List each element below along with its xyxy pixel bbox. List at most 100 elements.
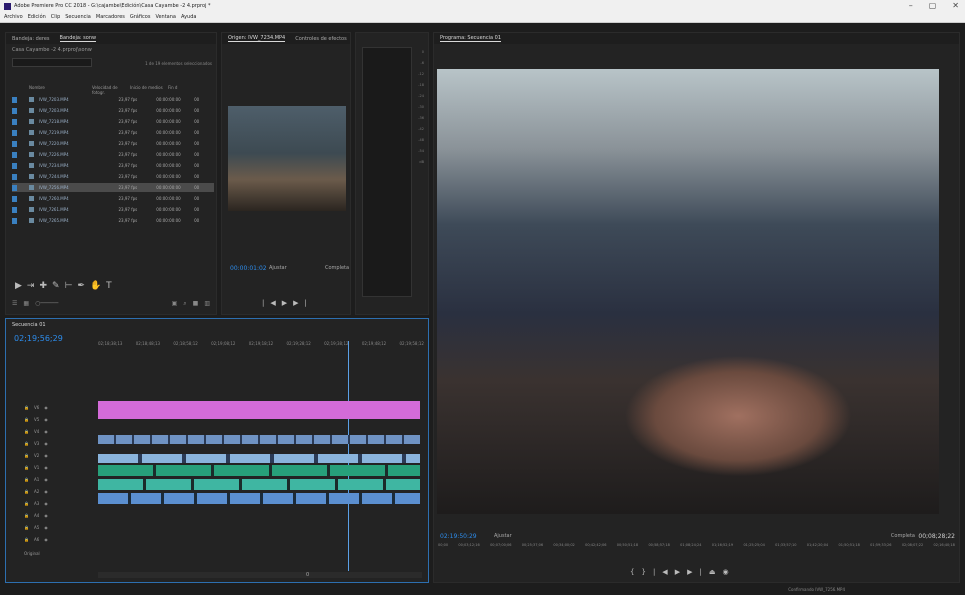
track-header[interactable]: 🔒 V5 ◉: [24, 417, 48, 422]
project-row[interactable]: IVW_7256.MP4 23,97 fps 00:00:00:00 00: [12, 183, 214, 192]
source-fit-select[interactable]: Ajustar: [269, 265, 287, 271]
program-quality-select[interactable]: Completa: [891, 533, 915, 539]
label-color-swatch[interactable]: [12, 184, 17, 191]
label-color-swatch[interactable]: [12, 217, 17, 224]
label-color-swatch[interactable]: [12, 96, 17, 103]
project-row[interactable]: IVW_7218.MP4 23,97 fps 00:00:00:00 00: [12, 117, 214, 126]
mark-out-icon[interactable]: }: [641, 568, 652, 576]
program-timecode[interactable]: 02:19:50:29: [440, 533, 477, 540]
label-color-swatch[interactable]: [12, 129, 17, 136]
track-lock-icon[interactable]: 🔒: [24, 441, 29, 446]
tab-source[interactable]: Origen: IVW_7234.MP4: [228, 35, 286, 42]
new-bin-icon[interactable]: ▣: [172, 300, 178, 308]
go-to-in-icon[interactable]: |◀: [653, 568, 675, 576]
minimize-button[interactable]: –: [909, 1, 913, 10]
column-media-end[interactable]: Fin d: [168, 85, 188, 93]
icon-view-icon[interactable]: ▦: [23, 300, 29, 308]
track-lock-icon[interactable]: 🔒: [24, 501, 29, 506]
label-color-swatch[interactable]: [12, 140, 17, 147]
export-frame-icon[interactable]: ◉: [722, 568, 735, 576]
program-time-ruler[interactable]: 00;00 00;03;12;16 00;07;00;06 00;25;37;06 00…: [438, 543, 955, 547]
sequence-tab[interactable]: Secuencia 01: [12, 322, 46, 328]
track-select-tool-icon[interactable]: ⇥: [27, 281, 35, 293]
track-toggle-icon[interactable]: ◉: [44, 441, 48, 446]
ripple-edit-tool-icon[interactable]: ✚: [39, 281, 47, 293]
column-media-start[interactable]: Inicio de medios: [130, 85, 168, 93]
menu-edicion[interactable]: Edición: [28, 14, 46, 20]
track-header[interactable]: 🔒 A2 ◉: [24, 489, 48, 494]
go-to-out-icon[interactable]: ▶|: [687, 568, 709, 576]
track-toggle-icon[interactable]: ◉: [44, 453, 48, 458]
track-lock-icon[interactable]: 🔒: [24, 477, 29, 482]
track-header[interactable]: 🔒 A3 ◉: [24, 501, 48, 506]
track-lock-icon[interactable]: 🔒: [24, 465, 29, 470]
slip-tool-icon[interactable]: ⊢: [65, 281, 73, 293]
track-toggle-icon[interactable]: ◉: [44, 537, 48, 542]
graphic-clip[interactable]: [98, 401, 420, 419]
timeline-lanes[interactable]: [98, 359, 428, 570]
timeline-ruler[interactable]: 02;18;38;13 02;18;48;13 02;18;58;12 02;19;0…: [98, 341, 428, 346]
timeline-timecode[interactable]: 02;19;56;29: [14, 334, 63, 343]
program-video-frame[interactable]: [437, 69, 939, 514]
track-toggle-icon[interactable]: ◉: [44, 465, 48, 470]
menu-clip[interactable]: Clip: [51, 14, 60, 20]
master-track-header[interactable]: Original: [24, 551, 40, 556]
menu-ventana[interactable]: Ventana: [155, 14, 176, 20]
timeline-scrollbar[interactable]: [98, 572, 422, 578]
track-header[interactable]: 🔒 A6 ◉: [24, 537, 48, 542]
project-row[interactable]: IVW_7260.MP4 23,97 fps 00:00:00:00 00: [12, 194, 214, 203]
track-header[interactable]: 🔒 V6 ◉: [24, 405, 48, 410]
list-view-icon[interactable]: ☰: [12, 300, 17, 308]
label-color-swatch[interactable]: [12, 206, 17, 213]
new-item-icon[interactable]: ■: [193, 300, 199, 308]
track-toggle-icon[interactable]: ◉: [44, 513, 48, 518]
tab-effect-controls[interactable]: Controles de efectos: [295, 36, 346, 42]
trash-icon[interactable]: ▥: [204, 300, 210, 308]
project-row[interactable]: IVW_7265.MP4 23,97 fps 00:00:00:00 00: [12, 216, 214, 225]
razor-tool-icon[interactable]: ✎: [52, 281, 60, 293]
track-lock-icon[interactable]: 🔒: [24, 405, 29, 410]
source-timecode[interactable]: 00:00:01:02: [230, 265, 267, 272]
track-header[interactable]: 🔒 V2 ◉: [24, 453, 48, 458]
track-toggle-icon[interactable]: ◉: [44, 525, 48, 530]
menu-ayuda[interactable]: Ayuda: [181, 14, 196, 20]
track-lock-icon[interactable]: 🔒: [24, 513, 29, 518]
column-name[interactable]: Nombre: [12, 85, 92, 93]
pen-tool-icon[interactable]: ✒: [77, 281, 85, 293]
label-color-swatch[interactable]: [12, 162, 17, 169]
source-quality-select[interactable]: Completa: [325, 265, 349, 271]
track-toggle-icon[interactable]: ◉: [44, 501, 48, 506]
label-color-swatch[interactable]: [12, 173, 17, 180]
track-header[interactable]: 🔒 A4 ◉: [24, 513, 48, 518]
track-lock-icon[interactable]: 🔒: [24, 537, 29, 542]
track-toggle-icon[interactable]: ◉: [44, 429, 48, 434]
zoom-slider[interactable]: ○─────: [35, 300, 58, 308]
step-forward-icon[interactable]: ▶|: [293, 299, 313, 307]
menu-secuencia[interactable]: Secuencia: [65, 14, 91, 20]
track-lock-icon[interactable]: 🔒: [24, 417, 29, 422]
tab-bin-deres[interactable]: Bandeja: deres: [12, 36, 50, 42]
play-icon[interactable]: ▶: [675, 568, 687, 576]
track-header[interactable]: 🔒 A5 ◉: [24, 525, 48, 530]
mark-in-icon[interactable]: {: [630, 568, 641, 576]
project-row[interactable]: IVW_7220.MP4 23,97 fps 00:00:00:00 00: [12, 139, 214, 148]
find-icon[interactable]: ⌕: [183, 300, 186, 308]
track-toggle-icon[interactable]: ◉: [44, 405, 48, 410]
step-back-icon[interactable]: |◀: [262, 299, 282, 307]
label-color-swatch[interactable]: [12, 118, 17, 125]
project-search-input[interactable]: [12, 58, 92, 67]
track-toggle-icon[interactable]: ◉: [44, 489, 48, 494]
maximize-button[interactable]: ▢: [929, 1, 937, 10]
audio-clip[interactable]: [98, 465, 420, 476]
selection-tool-icon[interactable]: ▶: [15, 281, 22, 293]
track-toggle-icon[interactable]: ◉: [44, 477, 48, 482]
type-tool-icon[interactable]: T: [106, 281, 112, 293]
track-lock-icon[interactable]: 🔒: [24, 525, 29, 530]
play-icon[interactable]: ▶: [282, 299, 293, 307]
track-header[interactable]: 🔒 V3 ◉: [24, 441, 48, 446]
tab-bin-sonw[interactable]: Bandeja: sonw: [59, 35, 97, 42]
column-frame-rate[interactable]: Velocidad de fotogr.: [92, 85, 130, 95]
video-clip[interactable]: [98, 454, 420, 463]
track-header[interactable]: 🔒 V1 ◉: [24, 465, 48, 470]
label-color-swatch[interactable]: [12, 107, 17, 114]
